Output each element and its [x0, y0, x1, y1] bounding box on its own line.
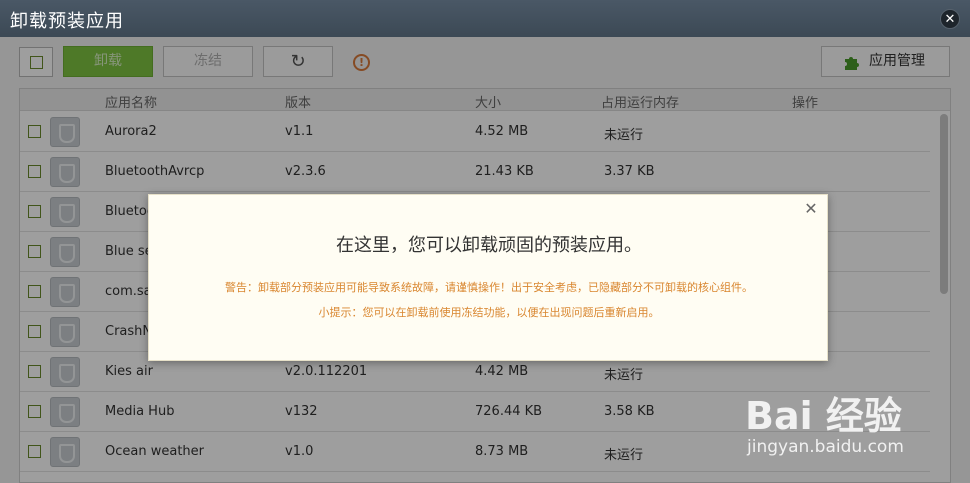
window-title: 卸载预装应用 [10, 11, 124, 32]
dialog-headline: 在这里，您可以卸载顽固的预装应用。 [336, 235, 642, 256]
watermark-url: jingyan.baidu.com [747, 437, 904, 457]
dialog-tip-text: 小提示：您可以在卸载前使用冻结功能，以便在出现问题后重新启用。 [318, 306, 660, 319]
watermark-logo-text: Bai 经验 [745, 394, 902, 438]
title-bar: 卸载预装应用 ✕ [0, 0, 970, 37]
dialog-warning-text: 警告：卸载部分预装应用可能导致系统故障，请谨慎操作！出于安全考虑，已隐藏部分不可… [225, 281, 753, 294]
baidu-watermark: Bai 经验 jingyan.baidu.com [745, 375, 955, 465]
info-dialog: ✕ 在这里，您可以卸载顽固的预装应用。 警告：卸载部分预装应用可能导致系统故障，… [148, 194, 828, 361]
window-close-icon[interactable]: ✕ [940, 9, 960, 29]
dialog-close-icon[interactable]: ✕ [803, 201, 819, 217]
